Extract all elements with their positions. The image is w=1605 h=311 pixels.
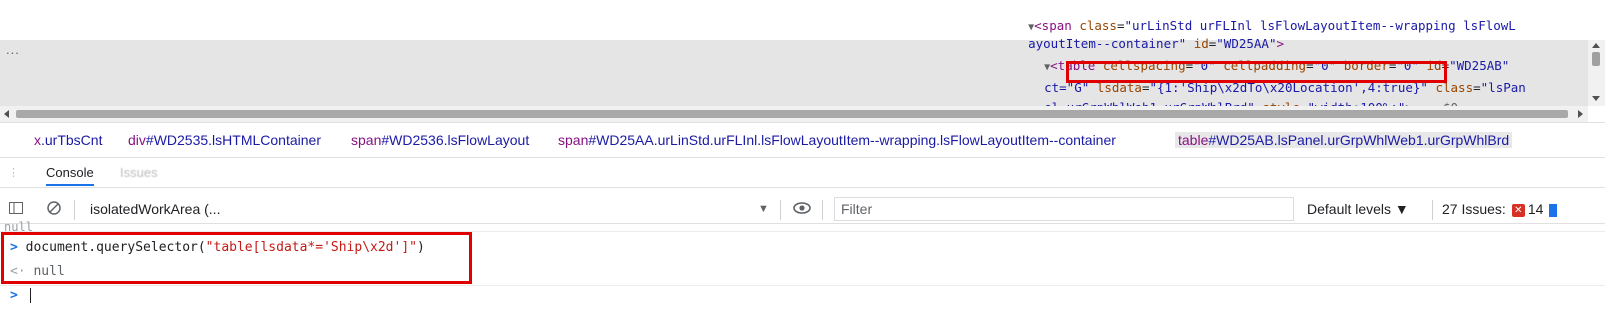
clear-console-icon[interactable] bbox=[44, 200, 64, 220]
breadcrumb-item[interactable]: span#WD25AA.urLinStd.urFLInl.lsFlowLayou… bbox=[558, 132, 1116, 148]
toolbar-divider bbox=[74, 200, 75, 220]
input-prompt-icon: > bbox=[10, 288, 18, 303]
scroll-thumb[interactable] bbox=[1592, 52, 1600, 66]
drawer-tab-bar: ⋮ Console Issues bbox=[0, 158, 1605, 188]
console-output: null > document.querySelector("table[lsd… bbox=[0, 220, 1605, 311]
scroll-up-icon[interactable] bbox=[1592, 43, 1600, 48]
scroll-thumb[interactable] bbox=[16, 110, 1568, 118]
console-prompt[interactable]: > bbox=[10, 288, 18, 303]
issues-counter[interactable]: 27 Issues: ✕ 14 bbox=[1442, 201, 1558, 217]
console-toolbar: isolatedWorkArea (... ▼ Filter Default l… bbox=[0, 196, 1605, 224]
attr-value: "lsPan bbox=[1480, 80, 1526, 95]
toolbar-divider bbox=[1432, 200, 1433, 220]
default-levels-dropdown[interactable]: Default levels ▼ bbox=[1307, 201, 1409, 217]
node-ellipsis-button[interactable]: ... bbox=[6, 42, 20, 57]
breadcrumb-item[interactable]: span#WD2536.lsFlowLayout bbox=[351, 132, 529, 148]
elements-horizontal-scrollbar[interactable] bbox=[0, 106, 1588, 122]
error-icon: ✕ bbox=[1511, 203, 1525, 217]
error-count: 14 bbox=[1527, 201, 1544, 217]
drawer-menu-icon[interactable]: ⋮ bbox=[8, 166, 19, 179]
scroll-right-icon[interactable] bbox=[1578, 110, 1583, 118]
dropdown-arrow-icon[interactable]: ▼ bbox=[758, 203, 769, 215]
scroll-down-icon[interactable] bbox=[1592, 96, 1600, 101]
breadcrumb: x.urTbsCnt div#WD2535.lsHTMLContainer sp… bbox=[0, 122, 1605, 158]
breadcrumb-item-selected[interactable]: table#WD25AB.lsPanel.urGrpWhlWeb1.urGrpW… bbox=[1175, 132, 1513, 148]
tab-console[interactable]: Console bbox=[46, 165, 94, 186]
toolbar-divider bbox=[822, 200, 823, 220]
elements-panel: ... ▼<span class="urLinStd urFLInl lsFlo… bbox=[0, 0, 1605, 122]
highlight-box-lsdata bbox=[1066, 61, 1447, 83]
live-expression-eye-icon[interactable] bbox=[792, 200, 812, 221]
divider bbox=[0, 285, 1605, 286]
info-icon bbox=[1549, 203, 1558, 217]
tab-other[interactable]: Issues bbox=[120, 165, 158, 180]
breadcrumb-item[interactable]: div#WD2535.lsHTMLContainer bbox=[128, 132, 321, 148]
highlight-box-console bbox=[1, 232, 472, 284]
toolbar-divider bbox=[780, 200, 781, 220]
context-selector[interactable]: isolatedWorkArea (... bbox=[90, 201, 220, 217]
elements-vertical-scrollbar[interactable] bbox=[1588, 40, 1605, 106]
scroll-left-icon[interactable] bbox=[4, 110, 9, 118]
sidebar-toggle-icon[interactable] bbox=[6, 200, 26, 220]
breadcrumb-item[interactable]: x.urTbsCnt bbox=[34, 132, 102, 148]
filter-input[interactable]: Filter bbox=[834, 197, 1294, 221]
text-cursor bbox=[30, 288, 31, 303]
issues-label: 27 Issues: bbox=[1442, 201, 1506, 217]
